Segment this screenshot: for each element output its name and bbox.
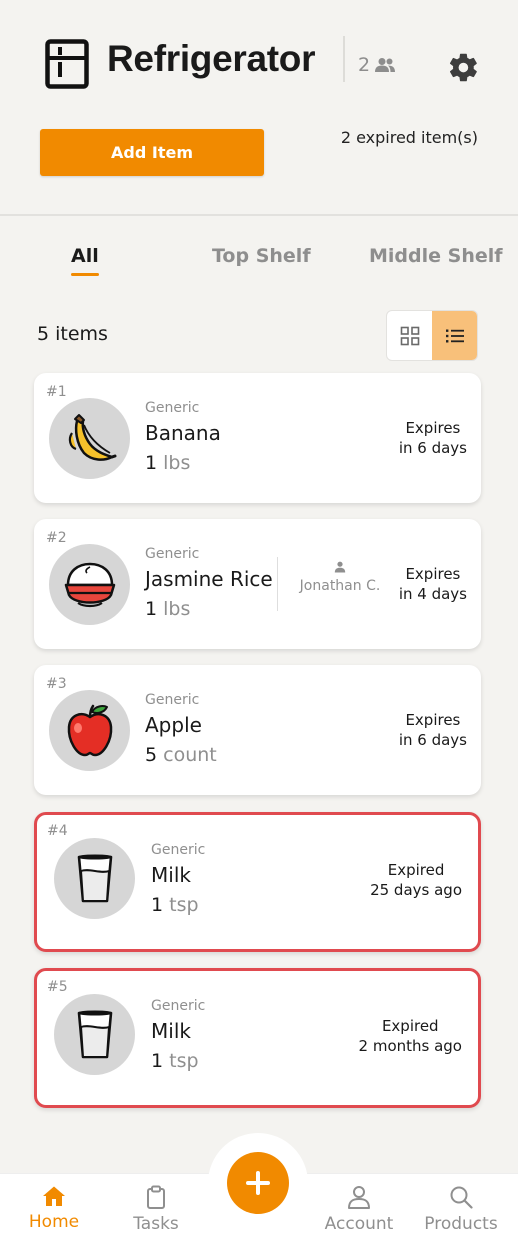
item-number: #5 <box>47 979 68 995</box>
item-brand: Generic <box>145 692 200 708</box>
grid-icon <box>400 326 419 345</box>
item-avatar <box>54 994 135 1075</box>
expired-summary: 2 expired item(s) <box>340 128 478 147</box>
add-fab-button[interactable] <box>227 1152 289 1214</box>
apple-icon <box>67 704 112 756</box>
item-quantity: 1 tsp <box>151 1050 199 1072</box>
item-name: Jasmine Rice <box>145 567 273 591</box>
quantity-value: 5 <box>145 744 158 766</box>
expiry-time: 2 months ago <box>358 1037 462 1055</box>
quantity-value: 1 <box>145 598 158 620</box>
quantity-unit: lbs <box>163 452 191 474</box>
items-count: 5 items <box>37 323 108 345</box>
tab-all[interactable]: All <box>71 245 99 276</box>
nav-products[interactable]: Products <box>411 1185 511 1234</box>
item-name: Milk <box>151 863 191 887</box>
item-avatar <box>54 838 135 919</box>
milk-glass-icon <box>77 854 112 902</box>
item-card[interactable]: #1 Generic Banana 1 lbs Expires in 6 day… <box>34 373 481 503</box>
tab-middle-shelf[interactable]: Middle Shelf <box>369 245 503 267</box>
quantity-value: 1 <box>151 1050 164 1072</box>
shelf-tabs: All Top Shelf Middle Shelf <box>0 245 518 285</box>
item-card[interactable]: #2 Generic Jasmine Rice 1 lbs Jonathan C… <box>34 519 481 649</box>
item-number: #4 <box>47 823 68 839</box>
member-count[interactable]: 2 <box>358 54 396 76</box>
nav-tasks-label: Tasks <box>133 1214 179 1234</box>
item-brand: Generic <box>151 842 206 858</box>
expiry-status: Expired 2 months ago <box>359 1016 462 1056</box>
item-name: Milk <box>151 1019 191 1043</box>
item-quantity: 1 tsp <box>151 894 199 916</box>
item-brand: Generic <box>145 546 200 562</box>
item-card[interactable]: #3 Generic Apple 5 count Expires in 6 da… <box>34 665 481 795</box>
expiry-status: Expires in 4 days <box>399 564 467 604</box>
item-quantity: 5 count <box>145 744 217 766</box>
item-quantity: 1 lbs <box>145 452 190 474</box>
header: Refrigerator 2 Add Item 2 expired item(s… <box>0 0 518 216</box>
expiry-status: Expires in 6 days <box>399 710 467 750</box>
expiry-status: Expires in 6 days <box>399 418 467 458</box>
quantity-unit: count <box>163 744 217 766</box>
item-brand: Generic <box>151 998 206 1014</box>
item-card-expired[interactable]: #4 Generic Milk 1 tsp Expired 25 days ag… <box>34 812 481 952</box>
list-view-button[interactable] <box>432 311 477 360</box>
nav-account[interactable]: Account <box>309 1185 409 1234</box>
expiry-time: in 4 days <box>398 585 467 603</box>
expiry-label: Expires <box>405 711 461 729</box>
expiry-time: in 6 days <box>398 439 467 457</box>
person-icon <box>334 561 346 573</box>
expiry-label: Expired <box>387 861 445 879</box>
nav-tasks[interactable]: Tasks <box>106 1185 206 1234</box>
title-divider <box>343 36 345 82</box>
quantity-unit: lbs <box>163 598 191 620</box>
page-title: Refrigerator <box>107 38 316 79</box>
nav-products-label: Products <box>424 1214 498 1234</box>
owner-divider <box>277 557 278 611</box>
item-number: #1 <box>46 384 67 400</box>
nav-home[interactable]: Home <box>4 1185 104 1232</box>
account-icon <box>348 1186 370 1209</box>
nav-home-label: Home <box>28 1212 80 1232</box>
search-icon <box>450 1186 473 1209</box>
quantity-unit: tsp <box>169 1050 199 1072</box>
member-count-value: 2 <box>358 54 371 76</box>
gear-icon[interactable] <box>447 51 480 84</box>
item-quantity: 1 lbs <box>145 598 190 620</box>
item-brand: Generic <box>145 400 200 416</box>
add-item-button[interactable]: Add Item <box>40 129 264 176</box>
expiry-label: Expires <box>405 565 461 583</box>
expiry-status: Expired 25 days ago <box>370 860 462 900</box>
quantity-value: 1 <box>151 894 164 916</box>
milk-glass-icon <box>77 1010 112 1058</box>
item-number: #2 <box>46 530 67 546</box>
item-number: #3 <box>46 676 67 692</box>
rice-bowl-icon <box>64 562 115 607</box>
clipboard-icon <box>147 1185 165 1209</box>
grid-view-button[interactable] <box>387 311 432 360</box>
fridge-icon <box>45 39 89 89</box>
item-name: Banana <box>145 421 221 445</box>
home-icon <box>43 1186 65 1206</box>
item-name: Apple <box>145 713 202 737</box>
owner-name: Jonathan C. <box>299 578 381 594</box>
expiry-time: in 6 days <box>398 731 467 749</box>
view-toggle <box>386 310 478 361</box>
item-owner: Jonathan C. <box>299 561 381 594</box>
quantity-value: 1 <box>145 452 158 474</box>
item-card-expired[interactable]: #5 Generic Milk 1 tsp Expired 2 months a… <box>34 968 481 1108</box>
item-avatar <box>49 398 130 479</box>
list-icon <box>445 329 464 342</box>
banana-icon <box>68 413 116 461</box>
nav-account-label: Account <box>324 1214 394 1234</box>
expiry-label: Expires <box>405 419 461 437</box>
quantity-unit: tsp <box>169 894 199 916</box>
expiry-time: 25 days ago <box>370 881 462 899</box>
item-avatar <box>49 544 130 625</box>
tab-top-shelf[interactable]: Top Shelf <box>212 245 311 267</box>
plus-icon <box>246 1171 270 1195</box>
expiry-label: Expired <box>381 1017 439 1035</box>
item-avatar <box>49 690 130 771</box>
people-icon <box>375 58 396 72</box>
